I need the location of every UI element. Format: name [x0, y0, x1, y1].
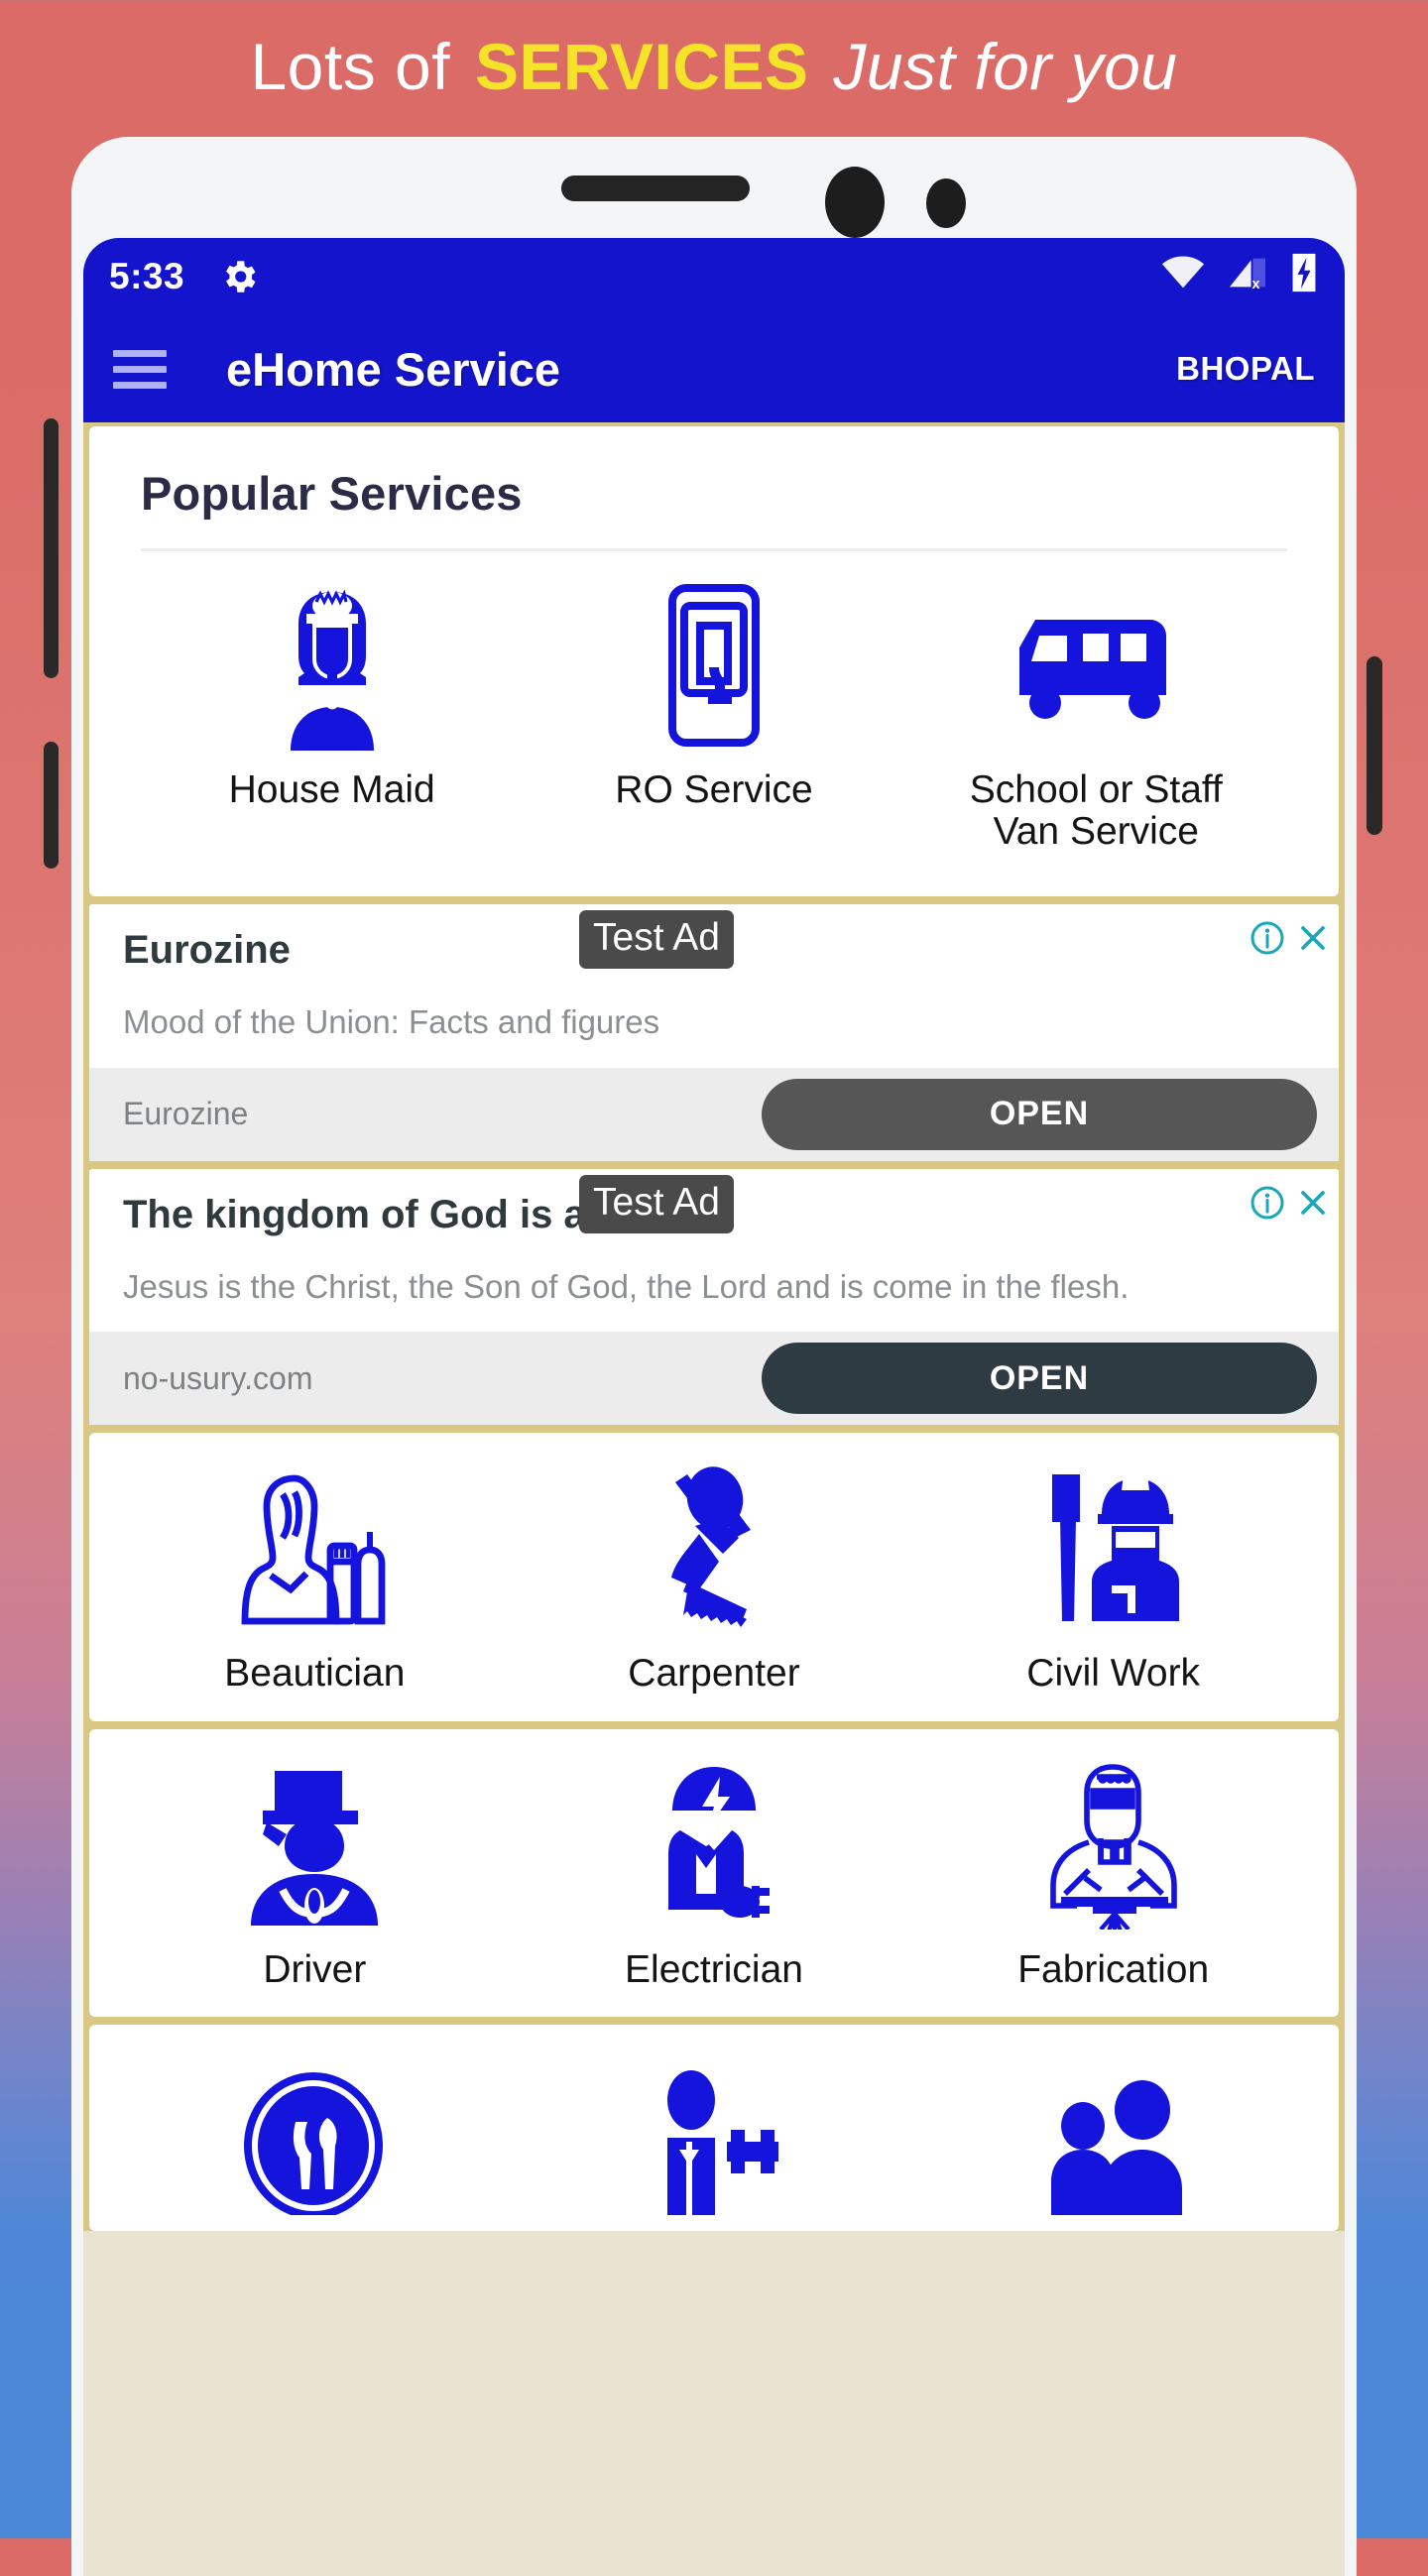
- house-maid-icon: [263, 577, 402, 754]
- service-tile-beautician[interactable]: Beautician: [115, 1463, 515, 1695]
- city-selector[interactable]: BHOPAL: [1176, 350, 1315, 388]
- ad-controls: [1248, 1183, 1327, 1223]
- service-tile-label: Driver: [263, 1947, 367, 1991]
- service-row-2: Driver Electrician Fabrication: [89, 1728, 1339, 2017]
- service-tile-electrician[interactable]: Electrician: [515, 1759, 914, 1991]
- ad-card-1[interactable]: Eurozine Test Ad Mood of the Union: Fact…: [89, 904, 1339, 1161]
- page-title: eHome Service: [226, 342, 561, 396]
- ad-test-badge: Test Ad: [579, 1174, 734, 1233]
- ad-info-icon[interactable]: [1248, 918, 1287, 958]
- van-icon: [1004, 577, 1188, 754]
- service-tile-ro-service[interactable]: RO Service: [523, 577, 904, 853]
- service-tile-civil-work[interactable]: Civil Work: [913, 1463, 1313, 1695]
- ad-description: Mood of the Union: Facts and figures: [123, 1003, 660, 1041]
- ro-water-purifier-icon: [652, 577, 776, 754]
- carpenter-icon: [640, 1463, 788, 1637]
- service-tile-group[interactable]: [913, 2066, 1313, 2231]
- status-bar-time: 5:33: [109, 256, 185, 296]
- ad-info-icon[interactable]: [1248, 1183, 1287, 1223]
- service-row-1: Beautician Carpenter Civil Work: [89, 1433, 1339, 1721]
- driver-icon: [239, 1759, 390, 1933]
- electrician-icon: [641, 1759, 787, 1933]
- service-tile-label: Civil Work: [1026, 1652, 1201, 1696]
- phone-screen: 5:33 x eHome Service BHOPAL Popular Serv…: [83, 238, 1345, 2576]
- ad-close-icon[interactable]: [1293, 1183, 1327, 1223]
- service-tile-label: Electrician: [625, 1947, 803, 1991]
- earpiece-speaker: [561, 176, 750, 201]
- service-tile-furniture[interactable]: [515, 2066, 914, 2231]
- service-tile-label: School or Staff Van Service: [969, 768, 1223, 854]
- cellular-signal-off-icon: x: [1226, 255, 1269, 299]
- service-tile-label: Carpenter: [628, 1652, 800, 1696]
- service-tile-label: Beautician: [224, 1652, 406, 1696]
- power-button[interactable]: [1367, 656, 1382, 835]
- phone-top-bezel: [71, 137, 1357, 240]
- promo-banner-text: Lots of SERVICES Just for you: [250, 29, 1177, 104]
- service-tile-fabrication[interactable]: Fabrication: [913, 1759, 1313, 1991]
- banner-prefix: Lots of: [250, 30, 469, 103]
- group-icon: [1039, 2066, 1188, 2215]
- promo-banner: Lots of SERVICES Just for you: [0, 0, 1428, 133]
- gear-icon: [218, 256, 260, 297]
- service-tile-house-maid[interactable]: House Maid: [141, 577, 523, 853]
- service-tile-van-service[interactable]: School or Staff Van Service: [905, 577, 1287, 853]
- volume-down-button[interactable]: [44, 742, 59, 869]
- popular-services-row: House Maid RO Service School or Staff Va…: [141, 551, 1287, 863]
- ad-controls: [1248, 918, 1327, 958]
- ad-open-button[interactable]: OPEN: [762, 1343, 1317, 1415]
- ad-test-badge: Test Ad: [579, 910, 734, 970]
- service-tile-label: House Maid: [228, 768, 435, 811]
- service-tile-carpenter[interactable]: Carpenter: [515, 1463, 914, 1695]
- status-bar-icons: x: [1160, 252, 1319, 302]
- popular-services-card: Popular Services House Maid RO Service S…: [89, 426, 1339, 897]
- front-camera: [825, 167, 885, 238]
- front-camera-secondary: [926, 178, 966, 228]
- ad-body: Eurozine Test Ad Mood of the Union: Fact…: [89, 904, 1339, 1068]
- banner-highlight: SERVICES: [474, 30, 809, 103]
- hamburger-menu-icon[interactable]: [113, 349, 167, 389]
- service-tile-label: Fabrication: [1017, 1947, 1210, 1991]
- service-tile-driver[interactable]: Driver: [115, 1759, 515, 1991]
- phone-mockup: 5:33 x eHome Service BHOPAL Popular Serv…: [71, 137, 1357, 2576]
- ad-open-button[interactable]: OPEN: [762, 1078, 1317, 1150]
- banner-suffix: Just for you: [833, 30, 1178, 103]
- app-bar: eHome Service BHOPAL: [83, 315, 1345, 422]
- service-tile-cook[interactable]: [115, 2066, 515, 2231]
- battery-charging-icon: [1289, 252, 1319, 302]
- beautician-icon: [235, 1463, 394, 1637]
- ad-description: Jesus is the Christ, the Son of God, the…: [123, 1267, 1130, 1305]
- ad-footer: no-usury.com OPEN: [89, 1332, 1339, 1426]
- ad-card-2[interactable]: The kingdom of God is a Test Ad Jesus is…: [89, 1168, 1339, 1426]
- ad-footer: Eurozine OPEN: [89, 1067, 1339, 1161]
- cook-icon: [240, 2066, 389, 2215]
- ad-body: The kingdom of God is a Test Ad Jesus is…: [89, 1169, 1339, 1333]
- status-bar: 5:33 x: [83, 238, 1345, 315]
- wifi-icon: [1160, 255, 1206, 299]
- ad-domain: Eurozine: [123, 1096, 249, 1132]
- popular-services-heading: Popular Services: [141, 467, 523, 520]
- volume-up-button[interactable]: [44, 418, 59, 678]
- service-tile-label: RO Service: [615, 768, 813, 811]
- svg-text:x: x: [1252, 277, 1260, 291]
- ad-domain: no-usury.com: [123, 1359, 313, 1396]
- civil-work-icon: [1036, 1463, 1191, 1637]
- fabrication-welder-icon: [1033, 1759, 1194, 1933]
- main-content: Popular Services House Maid RO Service S…: [83, 422, 1345, 2231]
- service-row-3: [89, 2024, 1339, 2231]
- ad-close-icon[interactable]: [1293, 918, 1327, 958]
- furniture-icon: [640, 2066, 788, 2215]
